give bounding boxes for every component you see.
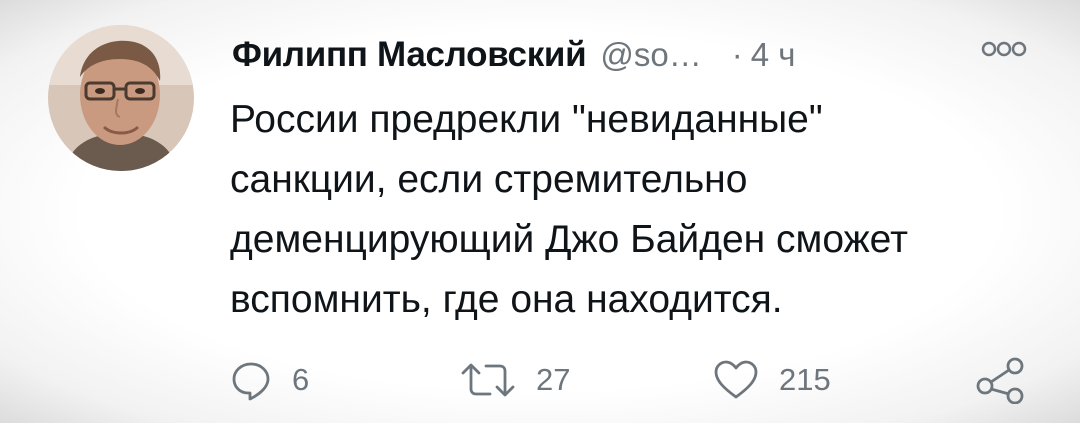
like-button[interactable]: 215 (713, 350, 831, 410)
tweet-text-line: России предрекли "невиданные" (230, 98, 823, 141)
separator-dot: · (731, 36, 743, 73)
more-dots-icon (981, 41, 1027, 57)
tweet-body: России предрекли "невиданные" санкции, е… (230, 90, 1050, 330)
retweet-button[interactable]: 27 (460, 350, 570, 410)
heart-icon (713, 359, 759, 401)
author-avatar[interactable] (48, 25, 194, 171)
reply-bubble-icon (230, 359, 272, 401)
like-count: 215 (779, 362, 831, 397)
tweet-header: Филипп Масловский @so… · 4 ч (232, 30, 1052, 80)
share-icon (975, 356, 1027, 404)
tweet-timestamp[interactable]: 4 ч (751, 36, 796, 74)
author-name[interactable]: Филипп Масловский (232, 35, 587, 75)
more-options-button[interactable] (980, 38, 1028, 60)
share-button[interactable] (975, 350, 1027, 410)
tweet-text-line: санкции, если стремительно (230, 158, 748, 201)
reply-count: 6 (292, 362, 310, 397)
retweet-icon (460, 359, 516, 401)
tweet-text-line: деменцирующий Джо Байден сможет (230, 218, 908, 261)
author-handle[interactable]: @so… (600, 36, 701, 74)
reply-button[interactable]: 6 (230, 350, 309, 410)
tweet-actions-bar: 6 27 215 (0, 350, 1080, 410)
tweet-text-line: вспомнить, где она находится. (230, 278, 783, 321)
avatar-photo (48, 25, 194, 171)
retweet-count: 27 (536, 362, 571, 397)
tweet-card: Филипп Масловский @so… · 4 ч России пред… (0, 0, 1080, 423)
